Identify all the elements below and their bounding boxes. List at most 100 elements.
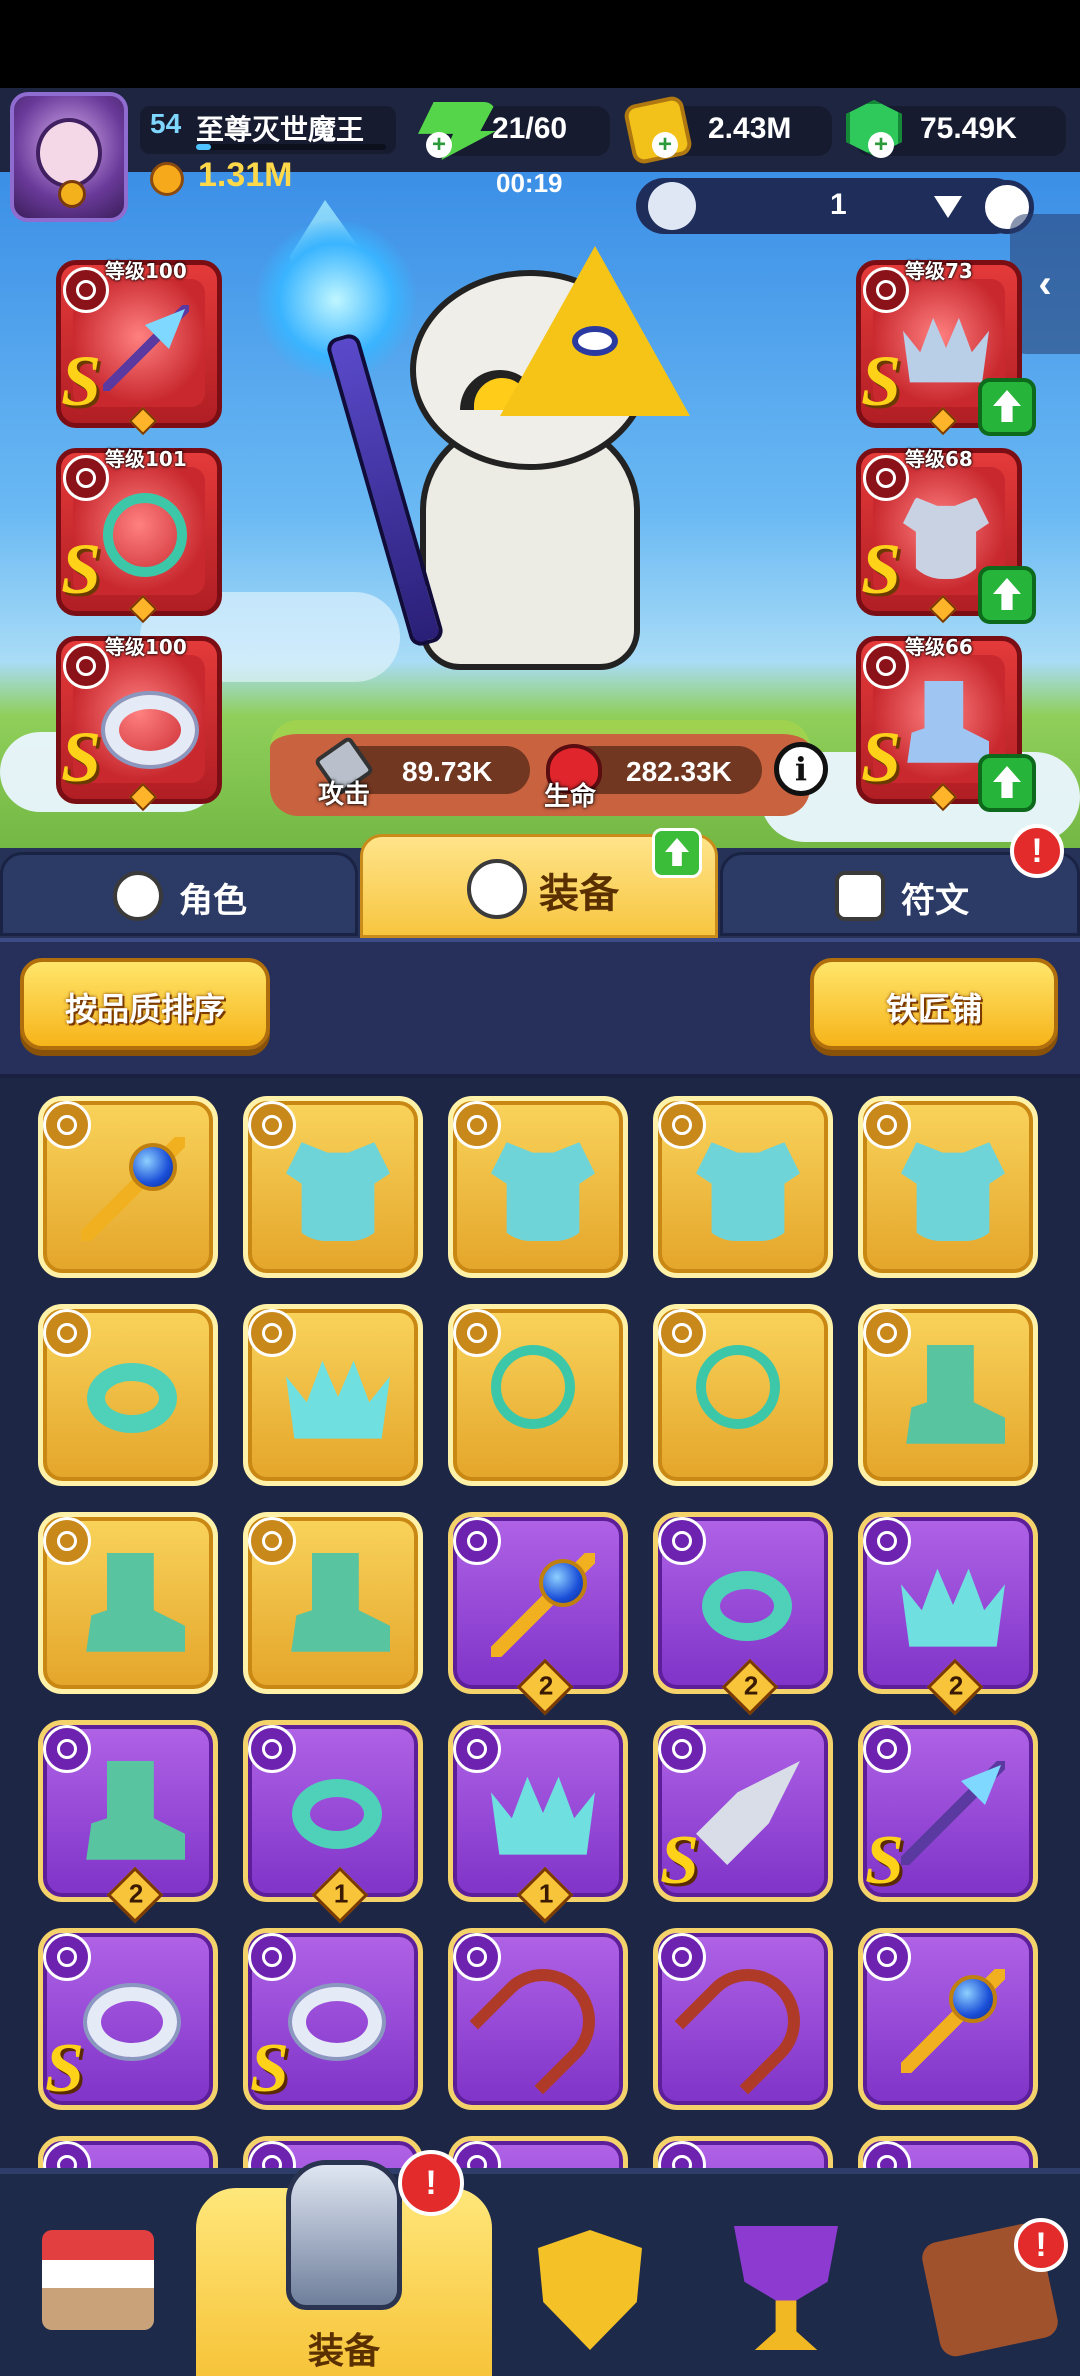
inventory-item[interactable] [653,1928,833,2110]
ring-icon [292,1779,382,1849]
add-gold-icon[interactable]: + [652,132,678,158]
inventory-item[interactable]: S [38,1928,218,2110]
stack-count-badge: 2 [516,1658,574,1716]
inventory-item[interactable]: 2 [448,1512,628,1716]
category-icon [453,1309,501,1357]
staff-icon [901,1969,1005,2073]
armor-icon [901,1142,1005,1241]
category-icon [43,2141,91,2168]
inventory-item[interactable] [448,1304,628,1486]
sort-by-quality-button[interactable]: 按品质排序 [20,958,270,1050]
xp-bar [196,144,386,150]
category-icon [248,1517,296,1565]
chevron-down-icon[interactable] [934,196,962,218]
energy-timer: 00:19 [496,168,563,198]
inventory-item[interactable]: 1 [448,1720,628,1924]
sort-button-label: 按品质排序 [64,990,225,1028]
inventory-item[interactable] [653,2136,833,2168]
shop-icon[interactable] [42,2230,154,2330]
equipped-weapon-slot[interactable]: 等级100 S [56,259,222,436]
inventory-item[interactable] [243,1096,423,1278]
loadout-icon [648,182,696,230]
inventory-item[interactable]: S [653,1720,833,1902]
armor-category-icon [863,455,909,501]
boots-icon [86,1761,185,1860]
upgrade-arrow-icon[interactable] [978,566,1036,624]
upgrade-arrow-icon[interactable] [978,754,1036,812]
inventory-item[interactable] [448,1096,628,1278]
inventory-item[interactable] [653,1096,833,1278]
avatar-face [36,118,102,188]
stack-count-badge: 2 [721,1658,779,1716]
energy-value: 21/60 [492,112,568,145]
armor-icon [491,1142,595,1241]
upgrade-arrow-icon[interactable] [978,378,1036,436]
category-icon [658,1309,706,1357]
equipped-ring-slot[interactable]: 等级100 S [56,635,222,812]
inventory-item[interactable]: 2 [38,1720,218,1924]
helmet-category-icon [863,267,909,313]
stack-count: 2 [948,1670,964,1701]
category-icon [43,1725,91,1773]
add-gem-icon[interactable]: + [868,132,894,158]
inventory-item[interactable] [243,1304,423,1486]
tab-label: 符文 [901,881,969,921]
category-icon [248,1309,296,1357]
category-icon [863,1517,911,1565]
category-icon [658,2141,706,2168]
equipped-necklace-slot[interactable]: 等级101 S [56,447,222,624]
inventory-item[interactable] [38,1096,218,1278]
stack-count: 1 [333,1878,349,1909]
category-icon [453,1933,501,1981]
stack-count-badge: 2 [106,1866,164,1924]
inventory-item[interactable]: 1 [243,1720,423,1924]
inventory-item[interactable]: 2 [653,1512,833,1716]
slot-level: 等级100 [105,259,187,283]
slot-level: 等级100 [105,635,187,659]
grade-badge: S [861,717,902,797]
add-energy-icon[interactable]: + [426,132,452,158]
slot-level: 等级68 [905,447,973,471]
loadout-value: 1 [830,188,847,221]
category-icon [863,2141,911,2168]
necklace-category-icon [63,455,109,501]
inventory-item[interactable] [858,2136,1038,2168]
blacksmith-button[interactable]: 铁匠铺 [810,958,1058,1050]
player-level: 54 [150,108,182,139]
tab-character[interactable]: 角色 [0,852,358,936]
inventory-item[interactable] [38,1512,218,1694]
boots-icon [906,1345,1005,1444]
inventory-item[interactable]: S [243,1928,423,2110]
ring2-icon [87,1987,177,2057]
inventory-item[interactable] [858,1928,1038,2110]
status-bar [0,0,1080,88]
inventory-item[interactable] [858,1304,1038,1486]
bottom-nav [0,2168,1080,2376]
player-avatar[interactable] [10,92,128,222]
crown-icon [491,1776,595,1855]
grade-badge: S [61,341,102,421]
category-icon [248,1933,296,1981]
ring-icon [87,1363,177,1433]
stack-count: 2 [538,1670,554,1701]
armor-nav-icon[interactable] [286,2160,402,2310]
ring2-icon [292,1987,382,2057]
character-icon [113,871,163,921]
inventory-item[interactable] [448,2136,628,2168]
avatar-gem-icon [58,180,86,208]
inventory-item[interactable] [448,1928,628,2110]
inventory-item[interactable] [243,1512,423,1694]
alert-badge: ! [1010,824,1064,878]
slot-level: 等级66 [905,635,973,659]
inventory-item[interactable] [858,1096,1038,1278]
hp-value: 282.33K [626,756,732,787]
grade-badge: S [45,2030,84,2107]
inventory-item[interactable] [38,1304,218,1486]
stack-count-badge: 1 [516,1866,574,1924]
upgrade-arrow-icon [652,828,702,878]
inventory-item[interactable] [653,1304,833,1486]
inventory-item[interactable]: S [858,1720,1038,1902]
inventory-item[interactable] [38,2136,218,2168]
info-icon[interactable]: i [774,742,828,796]
inventory-item[interactable]: 2 [858,1512,1038,1716]
